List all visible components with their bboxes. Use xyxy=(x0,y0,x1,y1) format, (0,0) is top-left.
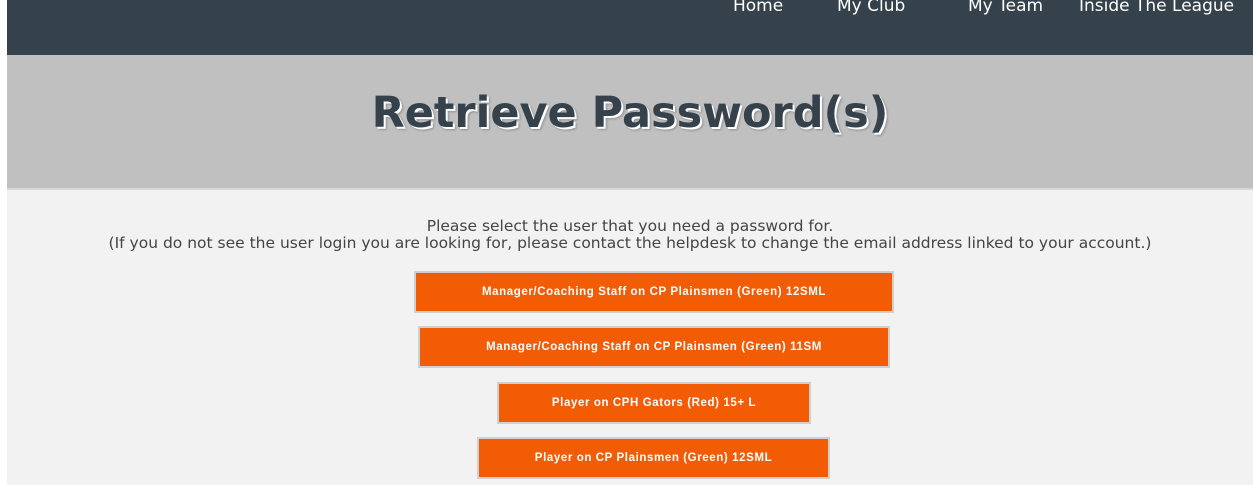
page-header-banner: Retrieve Password(s) xyxy=(7,55,1253,190)
page-frame: Home My Club My Team Inside The League R… xyxy=(7,0,1253,485)
instructions-line-1: Please select the user that you need a p… xyxy=(426,217,834,235)
nav-my-team-link[interactable]: My Team xyxy=(968,0,1043,17)
select-user-button[interactable]: Player on CPH Gators (Red) 15+ L xyxy=(497,382,811,424)
nav-home-link[interactable]: Home xyxy=(733,0,783,17)
nav-inside-the-league-link[interactable]: Inside The League xyxy=(1079,0,1234,17)
instructions-text: Please select the user that you need a p… xyxy=(7,218,1253,252)
nav-my-club-link[interactable]: My Club xyxy=(837,0,905,17)
select-user-button[interactable]: Manager/Coaching Staff on CP Plainsmen (… xyxy=(414,271,894,313)
instructions-line-2: (If you do not see the user login you ar… xyxy=(108,234,1152,252)
select-user-button[interactable]: Player on CP Plainsmen (Green) 12SML xyxy=(477,437,830,479)
select-user-button[interactable]: Manager/Coaching Staff on CP Plainsmen (… xyxy=(418,326,890,368)
page-title: Retrieve Password(s) xyxy=(371,88,889,138)
top-navigation: Home My Club My Team Inside The League xyxy=(7,0,1253,55)
